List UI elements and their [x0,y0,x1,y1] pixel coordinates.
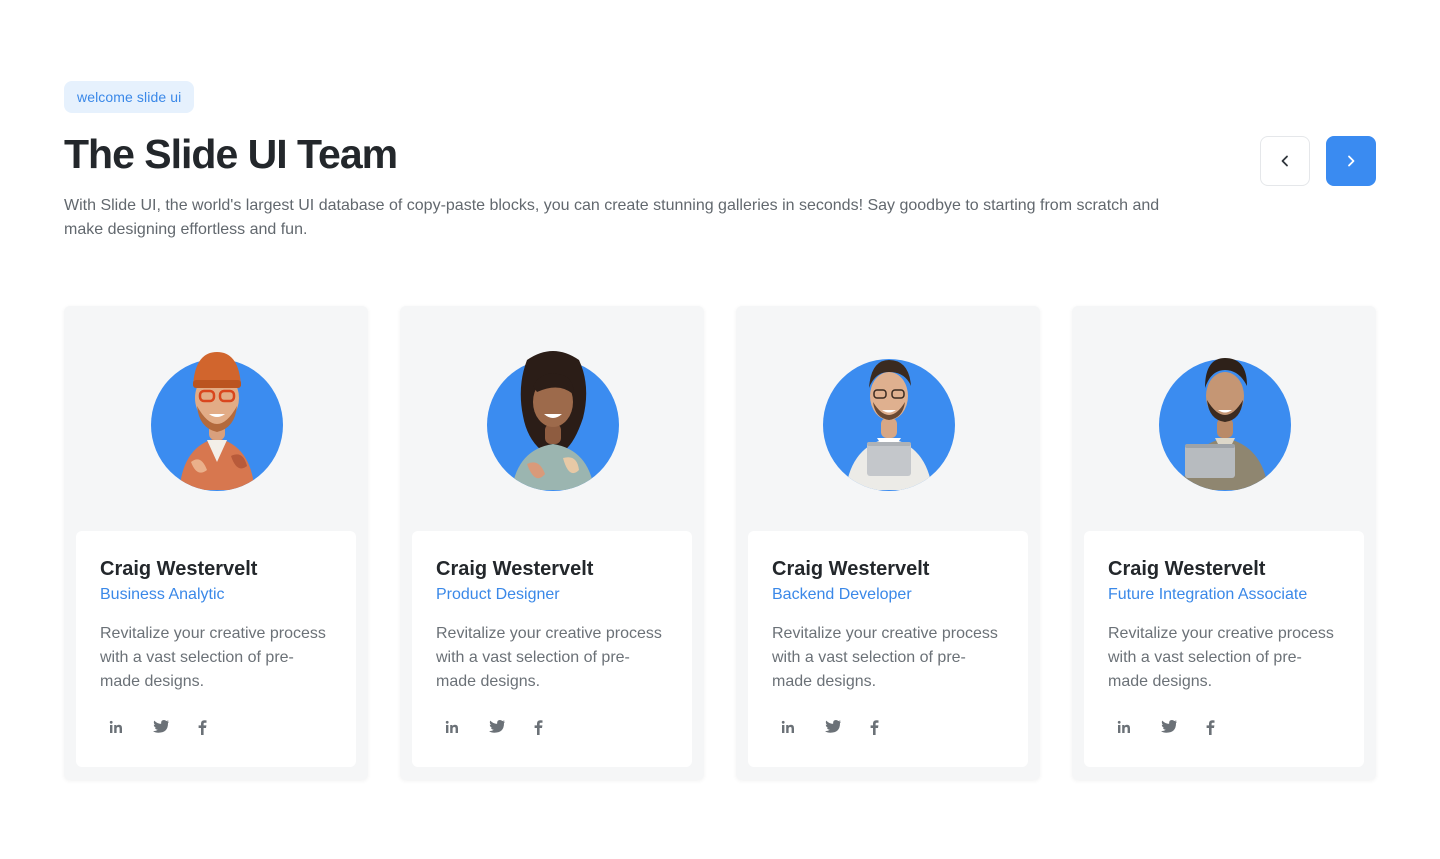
avatar [1159,346,1291,491]
twitter-link[interactable] [480,712,524,742]
linkedin-link[interactable] [100,712,144,742]
linkedin-link[interactable] [1108,712,1152,742]
card-body: Craig Westervelt Backend Developer Revit… [748,531,1028,767]
next-slide-button[interactable] [1326,136,1376,186]
prev-slide-button[interactable] [1260,136,1310,186]
avatar [487,346,619,491]
team-card: Craig Westervelt Future Integration Asso… [1072,306,1376,780]
facebook-icon [1206,720,1215,735]
team-card: Craig Westervelt Product Designer Revita… [400,306,704,780]
social-links [436,712,568,742]
facebook-link[interactable] [860,712,904,742]
team-section: welcome slide ui The Slide UI Team With … [0,0,1440,859]
facebook-link[interactable] [188,712,232,742]
linkedin-icon [109,720,122,733]
twitter-link[interactable] [144,712,188,742]
linkedin-icon [781,720,794,733]
twitter-link[interactable] [1152,712,1196,742]
member-name: Craig Westervelt [100,558,258,580]
member-name: Craig Westervelt [772,558,930,580]
chevron-right-icon [1348,155,1355,167]
avatar [151,346,283,491]
chevron-left-icon [1281,155,1288,167]
card-body: Craig Westervelt Future Integration Asso… [1084,531,1364,767]
member-name: Craig Westervelt [1108,558,1266,580]
twitter-icon [153,720,169,733]
page-title: The Slide UI Team [64,131,398,177]
facebook-link[interactable] [1196,712,1240,742]
member-description: Revitalize your creative process with a … [772,625,998,690]
man-laptop-white-shirt-avatar [845,360,933,490]
section-badge: welcome slide ui [64,81,195,113]
team-card: Craig Westervelt Backend Developer Revit… [736,306,1040,780]
twitter-link[interactable] [816,712,860,742]
man-orange-beanie-avatar [179,352,255,490]
member-role: Product Designer [436,586,560,603]
linkedin-link[interactable] [772,712,816,742]
member-role: Backend Developer [772,586,912,603]
avatar [823,346,955,491]
member-name: Craig Westervelt [436,558,594,580]
man-laptop-jacket-avatar [1181,358,1269,490]
member-role: Business Analytic [100,586,225,603]
member-description: Revitalize your creative process with a … [100,625,326,690]
facebook-icon [534,720,543,735]
linkedin-icon [1117,720,1130,733]
card-body: Craig Westervelt Product Designer Revita… [412,531,692,767]
member-description: Revitalize your creative process with a … [436,625,662,690]
facebook-icon [198,720,207,735]
intro-text: With Slide UI, the world's largest UI da… [64,197,1160,238]
social-links [100,712,232,742]
member-description: Revitalize your creative process with a … [1108,625,1334,690]
facebook-link[interactable] [524,712,568,742]
twitter-icon [825,720,841,733]
social-links [772,712,904,742]
social-links [1108,712,1240,742]
team-card: Craig Westervelt Business Analytic Revit… [64,306,368,780]
linkedin-link[interactable] [436,712,480,742]
team-cards: Craig Westervelt Business Analytic Revit… [64,306,1376,780]
twitter-icon [1161,720,1177,733]
member-role: Future Integration Associate [1108,586,1308,603]
twitter-icon [489,720,505,733]
facebook-icon [870,720,879,735]
linkedin-icon [445,720,458,733]
card-body: Craig Westervelt Business Analytic Revit… [76,531,356,767]
woman-curly-hair-avatar [511,351,595,490]
